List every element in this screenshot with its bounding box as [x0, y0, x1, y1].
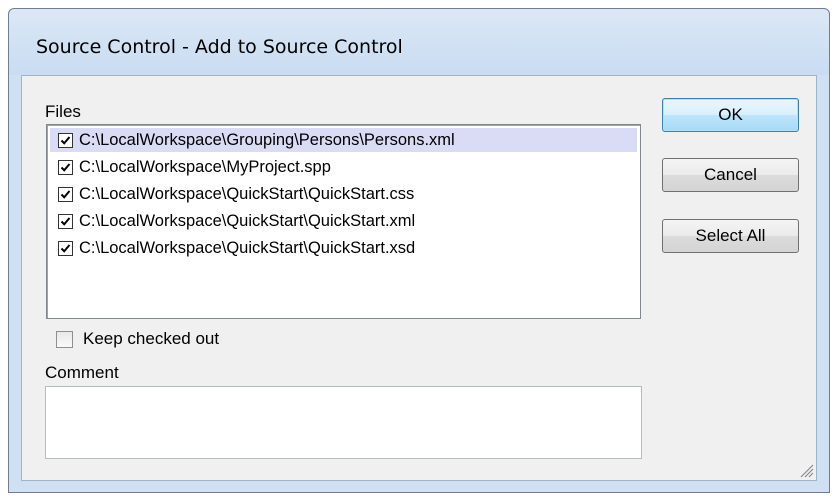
dialog-body: Files C:\LocalWorkspace\Grouping\Persons… [21, 75, 817, 481]
checkmark-icon [60, 135, 71, 145]
checkmark-icon [60, 216, 71, 226]
title-bar[interactable]: Source Control - Add to Source Control [9, 9, 829, 75]
checkmark-icon [60, 243, 71, 253]
files-listbox[interactable]: C:\LocalWorkspace\Grouping\Persons\Perso… [46, 124, 641, 319]
dialog-title: Source Control - Add to Source Control [36, 36, 403, 58]
keep-checked-out-row[interactable]: Keep checked out [56, 329, 219, 349]
file-path: C:\LocalWorkspace\Grouping\Persons\Perso… [79, 130, 455, 149]
keep-checked-out-label[interactable]: Keep checked out [83, 329, 219, 349]
checkmark-icon [60, 162, 71, 172]
file-path: C:\LocalWorkspace\QuickStart\QuickStart.… [79, 238, 416, 257]
file-checkbox[interactable] [58, 213, 73, 229]
keep-checked-out-checkbox[interactable] [56, 330, 73, 348]
file-path: C:\LocalWorkspace\MyProject.spp [79, 157, 331, 176]
file-checkbox[interactable] [58, 132, 73, 148]
file-path: C:\LocalWorkspace\QuickStart\QuickStart.… [79, 211, 416, 230]
file-list-item[interactable]: C:\LocalWorkspace\QuickStart\QuickStart.… [50, 236, 637, 260]
checkmark-icon [60, 189, 71, 199]
cancel-button[interactable]: Cancel [662, 158, 799, 192]
dialog-window: Source Control - Add to Source Control F… [8, 8, 830, 493]
file-list-item[interactable]: C:\LocalWorkspace\Grouping\Persons\Perso… [50, 128, 637, 152]
comment-label: Comment [45, 363, 119, 382]
ok-button[interactable]: OK [662, 98, 799, 132]
file-checkbox[interactable] [58, 186, 73, 202]
file-checkbox[interactable] [58, 159, 73, 175]
resize-grip-icon[interactable] [796, 460, 814, 478]
select-all-button[interactable]: Select All [662, 219, 799, 253]
file-list-item[interactable]: C:\LocalWorkspace\MyProject.spp [50, 155, 637, 179]
file-path: C:\LocalWorkspace\QuickStart\QuickStart.… [79, 184, 415, 203]
comment-textarea[interactable] [45, 386, 642, 459]
file-list-item[interactable]: C:\LocalWorkspace\QuickStart\QuickStart.… [50, 182, 637, 206]
files-label: Files [45, 102, 81, 121]
file-checkbox[interactable] [58, 240, 73, 256]
file-list-item[interactable]: C:\LocalWorkspace\QuickStart\QuickStart.… [50, 209, 637, 233]
